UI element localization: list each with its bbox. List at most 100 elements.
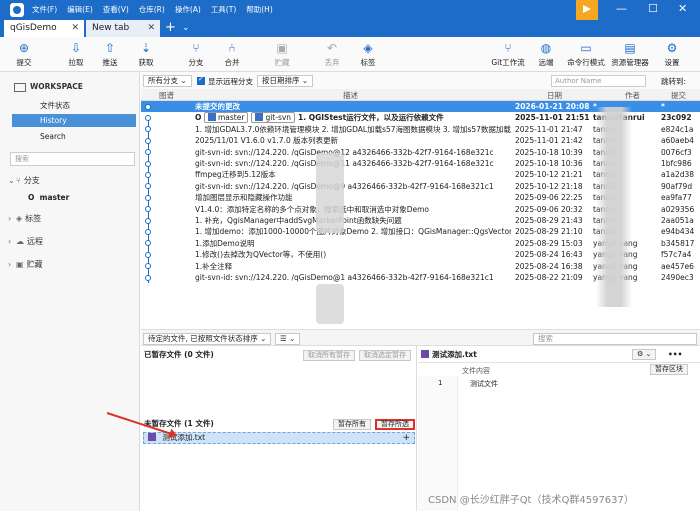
col-description[interactable]: 描述	[343, 90, 358, 101]
app-logo-icon	[10, 3, 24, 17]
branch-filter-dropdown[interactable]: 所有分支 ⌄	[143, 75, 192, 87]
menu-view[interactable]: 查看(V)	[103, 4, 129, 15]
more-options-icon[interactable]: •••	[668, 346, 682, 363]
stage-all-button[interactable]: 暂存所有	[333, 419, 371, 430]
commit-row[interactable]: 1. 补充，QgisManager中addSvgMarkerPoint函数缺失问…	[141, 215, 700, 226]
commit-message: V1.4.0：添加特定名称的多个点对象，搜索选中和取消选中对象Demo	[195, 204, 429, 214]
commit-row[interactable]: 1.添加Demo说明 2025-08-29 15:03 yangji yang b345…	[141, 238, 700, 249]
branch-ref-tag[interactable]: git-svn	[251, 112, 296, 124]
commit-row[interactable]: O master git-svn 1. QGIStest运行文件，以及运行依赖文件 2…	[141, 112, 700, 124]
minimize-button[interactable]: —	[616, 2, 627, 15]
sidebar-group-stashes[interactable]: › ▣ 贮藏	[8, 259, 43, 270]
title-bar: 文件(F) 编辑(E) 查看(V) 仓库(R) 操作(A) 工具(T) 帮助(H…	[0, 0, 700, 20]
commit-hash: ae457e6	[661, 261, 694, 271]
commit-date: 2025-09-06 22:25	[515, 193, 583, 203]
commit-row[interactable]: 1.修改()去掉改为QVector等，不使用() 2025-08-24 16:43…	[141, 249, 700, 260]
fetch-button[interactable]: ⇣ 获取	[126, 37, 166, 72]
preview-subheader: 文件内容 暂存区块	[418, 364, 700, 376]
merge-button[interactable]: ⑃ 合并	[212, 37, 252, 72]
settings-button[interactable]: ⚙ 设置	[652, 37, 692, 72]
file-search-input[interactable]: 搜索	[533, 333, 697, 345]
show-remote-checkbox[interactable]: 显示远程分支	[197, 75, 253, 87]
commit-row[interactable]: 增加图层显示和隐藏操作功能 2025-09-06 22:25 tanrui ea9fa…	[141, 192, 700, 203]
terminal-button[interactable]: ▭ 命令行模式	[566, 37, 606, 72]
col-date[interactable]: 日期	[547, 90, 562, 101]
tab-close-icon[interactable]: ✕	[71, 20, 79, 37]
menu-bar: 文件(F) 编辑(E) 查看(V) 仓库(R) 操作(A) 工具(T) 帮助(H…	[32, 4, 273, 15]
stash-button[interactable]: ▣ 贮藏	[262, 37, 302, 72]
chevron-right-icon: ›	[8, 260, 12, 269]
commit-row[interactable]: ffmpeg迁移到5.12版本 2025-10-12 21:21 tanrui a1a…	[141, 169, 700, 180]
commit-hash: 0076cf3	[661, 147, 692, 157]
unstaged-file-row[interactable]: 测试添加.txt +	[143, 432, 415, 444]
author-filter-input[interactable]: Author Name	[551, 75, 646, 87]
watermark: CSDN @长沙红胖子Qt（技术Q群4597637）	[428, 495, 634, 506]
menu-edit[interactable]: 编辑(E)	[67, 4, 93, 15]
sidebar-group-tags[interactable]: › ◈ 标签	[8, 213, 41, 224]
commit-description: 1.添加Demo说明	[195, 238, 511, 249]
commit-node-icon	[145, 103, 151, 110]
commit-message: git-svn-id: svn://124.220. /qGisDemo@1 a…	[195, 273, 494, 282]
maximize-button[interactable]: ☐	[648, 2, 658, 15]
col-graph[interactable]: 图谱	[159, 90, 174, 101]
commit-row[interactable]: git-svn-id: svn://124.220. /qGisDemo@9 a…	[141, 181, 700, 192]
menu-file[interactable]: 文件(F)	[32, 4, 57, 15]
commit-row[interactable]: 1.补全注释 2025-08-24 16:38 yangji yang ae457e6	[141, 261, 700, 272]
commit-row[interactable]: git-svn-id: svn://124.220. /qGisDemo@12 …	[141, 147, 700, 158]
add-tab-button[interactable]: +	[165, 20, 176, 36]
push-button[interactable]: ⇧ 推送	[90, 37, 130, 72]
tab-close-icon[interactable]: ✕	[147, 20, 155, 37]
commit-description: 增加图层显示和隐藏操作功能	[195, 192, 511, 203]
commit-description: git-svn-id: svn://124.220. /qGisDemo@1 a…	[195, 272, 511, 283]
remote-button[interactable]: ◍ 远端	[526, 37, 566, 72]
commit-row[interactable]: 2025/11/01 V1.6.0 v1.7.0 版本列表更新 2025-11-0…	[141, 135, 700, 146]
sidebar-search-input[interactable]: 搜索	[10, 152, 135, 166]
commit-row[interactable]: 1. 增加GDAL3.7.0依赖环境管理模块 2. 增加GDAL加载s57海图数…	[141, 124, 700, 135]
menu-help[interactable]: 帮助(H)	[246, 4, 273, 15]
col-commit[interactable]: 提交	[671, 90, 686, 101]
commit-row[interactable]: 未提交的更改 2026-01-21 20:08 * *	[141, 101, 700, 113]
file-sort-dropdown[interactable]: 待定的文件, 已按照文件状态排序 ⌄	[143, 333, 272, 345]
commit-button[interactable]: ⊕ 提交	[4, 37, 44, 72]
sidebar-branch-master[interactable]: O master	[28, 193, 69, 202]
col-author[interactable]: 作者	[625, 90, 640, 101]
branch-button[interactable]: ⑂ 分支	[176, 37, 216, 72]
tab-new[interactable]: New tab ✕	[86, 20, 160, 37]
stage-file-plus-icon[interactable]: +	[402, 433, 410, 443]
chevron-right-icon: ›	[8, 237, 12, 246]
commit-row[interactable]: 1. 增加demo：添加1000-10000个图片对象Demo 2. 增加接口：…	[141, 226, 700, 237]
close-window-button[interactable]: ✕	[678, 2, 687, 15]
tab-qgisdemo[interactable]: qGisDemo ✕	[4, 20, 84, 37]
git-flow-button[interactable]: ⑂ Git工作流	[488, 37, 528, 72]
sidebar-group-remotes[interactable]: › ☁ 远程	[8, 236, 43, 247]
stashes-label: 贮藏	[26, 260, 43, 269]
discard-button[interactable]: ↶ 丢弃	[312, 37, 352, 72]
unstage-selected-button[interactable]: 取消选定暂存	[359, 350, 411, 361]
commit-row[interactable]: git-svn-id: svn://124.220. /qGisDemo@1 a…	[141, 272, 700, 283]
sort-dropdown[interactable]: 按日期排序 ⌄	[257, 75, 314, 87]
stage-hunk-button[interactable]: 暂存区块	[650, 364, 688, 375]
commit-row[interactable]: git-svn-id: svn://124.220. /qGisDemo@11 …	[141, 158, 700, 169]
commit-row[interactable]: V1.4.0：添加特定名称的多个点对象，搜索选中和取消选中对象Demo 2025-…	[141, 204, 700, 215]
menu-actions[interactable]: 操作(A)	[175, 4, 201, 15]
branch-ref-tag[interactable]: master	[204, 112, 249, 124]
commit-author: *	[593, 102, 597, 111]
preview-options-dropdown[interactable]: ⚙ ⌄	[632, 349, 657, 360]
unstage-all-button[interactable]: 取消所有暂存	[303, 350, 355, 361]
menu-tools[interactable]: 工具(T)	[211, 4, 236, 15]
commit-description: 1. 增加GDAL3.7.0依赖环境管理模块 2. 增加GDAL加载s57海图数…	[195, 124, 511, 135]
sidebar-item-history[interactable]: History	[12, 114, 136, 127]
commit-date: 2025-11-01 21:42	[515, 136, 583, 146]
list-view-dropdown[interactable]: ☰ ⌄	[275, 333, 301, 345]
explorer-button[interactable]: ▤ 资源管理器	[610, 37, 650, 72]
menu-repository[interactable]: 仓库(R)	[139, 4, 165, 15]
sidebar-group-branches[interactable]: ⌄⑂ 分支	[8, 175, 40, 186]
commit-message: 1. QGIStest运行文件，以及运行依赖文件	[298, 113, 444, 123]
sidebar-item-search[interactable]: Search	[12, 130, 136, 143]
notification-flag-icon[interactable]	[576, 0, 598, 20]
commit-author-email: yang	[619, 238, 638, 248]
stage-selected-button[interactable]: 暂存所选	[375, 419, 415, 430]
sidebar-item-file-status[interactable]: 文件状态	[12, 99, 136, 112]
tag-button[interactable]: ◈ 标签	[348, 37, 388, 72]
tab-list-dropdown[interactable]: ⌄	[182, 20, 190, 37]
